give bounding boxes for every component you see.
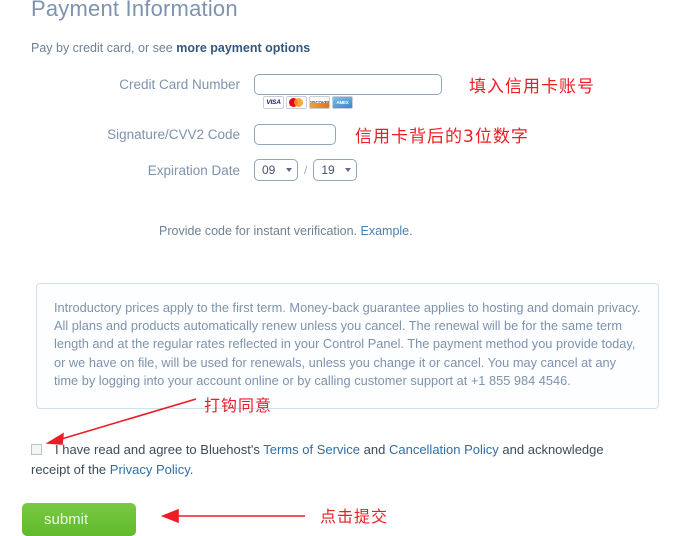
cvv-input[interactable] (254, 123, 336, 145)
more-payment-options-link[interactable]: more payment options (176, 41, 310, 55)
agreement-text-1: I have read and agree to Bluehost's (55, 442, 264, 457)
cancellation-policy-link[interactable]: Cancellation Policy (389, 442, 499, 457)
agreement-checkbox[interactable] (31, 444, 42, 455)
annotation-checkbox: 打钩同意 (204, 396, 273, 415)
privacy-policy-link[interactable]: Privacy Policy. (110, 462, 194, 477)
annotation-cvv: 信用卡背后的3位数字 (355, 127, 529, 147)
mastercard-circle-orange (294, 98, 303, 107)
annotation-credit-card: 填入信用卡账号 (469, 77, 595, 97)
chevron-down-icon (345, 168, 352, 172)
expiration-month-select[interactable]: 09 (254, 159, 298, 181)
chevron-down-icon (286, 168, 292, 172)
terms-disclosure-text: Introductory prices apply to the first t… (54, 300, 641, 388)
expiration-separator: / (304, 163, 308, 177)
verification-note: Provide code for instant verification. E… (159, 224, 413, 238)
discover-logo-band (310, 103, 329, 108)
page-title: Payment Information (31, 0, 238, 21)
agreement-text-2: and (360, 442, 389, 457)
cvv-label: Signature/CVV2 Code (107, 126, 240, 142)
expiration-month-value: 09 (262, 163, 276, 177)
verification-note-text: Provide code for instant verification. (159, 224, 361, 238)
terms-disclosure-box: Introductory prices apply to the first t… (36, 283, 659, 409)
submit-button[interactable]: submit (22, 503, 136, 536)
annotation-submit: 点击提交 (320, 507, 389, 526)
credit-card-number-input[interactable] (254, 73, 442, 95)
expiration-year-value: 19 (321, 163, 335, 177)
mastercard-logo (286, 96, 307, 109)
expiration-year-select[interactable]: 19 (313, 159, 358, 181)
expiration-date-row: Expiration Date 09 / 19 (0, 158, 470, 182)
arrow-head-submit (160, 508, 179, 524)
terms-of-service-link[interactable]: Terms of Service (263, 442, 360, 457)
accepted-cards-strip: VISA DISCOVER AMEX (263, 96, 353, 109)
amex-logo: AMEX (332, 96, 353, 109)
expiration-date-label: Expiration Date (147, 162, 240, 178)
verification-example-link[interactable]: Example. (361, 224, 413, 238)
payment-subtitle: Pay by credit card, or see more payment … (31, 41, 310, 55)
credit-card-number-label: Credit Card Number (119, 76, 240, 92)
agreement-line: I have read and agree to Bluehost's Term… (31, 440, 631, 480)
discover-logo: DISCOVER (309, 96, 330, 109)
payment-subtitle-text: Pay by credit card, or see (31, 41, 177, 55)
visa-logo: VISA (263, 96, 284, 109)
credit-card-number-row: Credit Card Number (0, 72, 470, 96)
